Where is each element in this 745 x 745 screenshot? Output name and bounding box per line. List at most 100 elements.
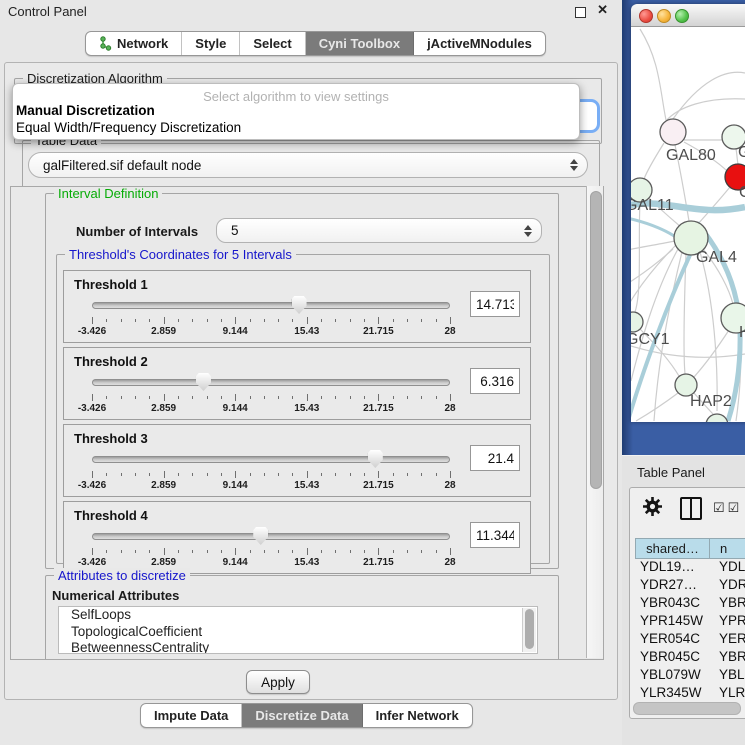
settings-scrollbar[interactable] bbox=[586, 186, 603, 658]
tick-mark bbox=[436, 550, 437, 553]
tick-mark bbox=[278, 396, 279, 399]
attributes-scrollbar-thumb[interactable] bbox=[525, 609, 534, 649]
cell-shared-name[interactable]: YDR27… bbox=[635, 577, 708, 595]
cell-name[interactable]: YER0 bbox=[708, 631, 745, 649]
slider-track[interactable] bbox=[92, 456, 450, 463]
tab-infer-network[interactable]: Infer Network bbox=[363, 704, 472, 727]
threshold-slider[interactable]: -3.4262.8599.14415.4321.71528 bbox=[92, 372, 450, 416]
cell-name[interactable]: YPR1 bbox=[708, 613, 745, 631]
node-gal80[interactable] bbox=[660, 119, 686, 145]
tab-style[interactable]: Style bbox=[182, 32, 240, 55]
label-gcy1: GCY1 bbox=[631, 331, 670, 348]
tick-mark bbox=[192, 550, 193, 553]
table-horizontal-scrollbar[interactable] bbox=[632, 702, 745, 714]
tab-discretize-data[interactable]: Discretize Data bbox=[242, 704, 362, 727]
select-rows-checkboxes-icon[interactable]: ☑☑ bbox=[713, 500, 742, 516]
column-header-name[interactable]: n bbox=[709, 538, 745, 559]
slider-track[interactable] bbox=[92, 533, 450, 540]
table-data-combobox[interactable]: galFiltered.sif default node bbox=[28, 152, 588, 178]
cell-name[interactable]: YLR3 bbox=[708, 685, 745, 702]
threshold-value-field[interactable] bbox=[470, 291, 520, 317]
tab-network[interactable]: Network bbox=[86, 32, 182, 55]
gear-icon[interactable] bbox=[642, 496, 663, 517]
slider-thumb[interactable] bbox=[253, 527, 268, 545]
tick-mark bbox=[221, 319, 222, 322]
tab-select[interactable]: Select bbox=[240, 32, 305, 55]
cell-shared-name[interactable]: YLR345W bbox=[635, 685, 708, 702]
table-row[interactable]: YPR145WYPR1 bbox=[635, 613, 745, 631]
tick-label: 21.715 bbox=[363, 480, 394, 491]
cell-shared-name[interactable]: YBL079W bbox=[635, 667, 708, 685]
tab-network-label: Network bbox=[117, 36, 168, 51]
threshold-slider[interactable]: -3.4262.8599.14415.4321.71528 bbox=[92, 295, 450, 339]
threshold-value-field[interactable] bbox=[470, 522, 520, 548]
zoom-traffic-light-icon[interactable] bbox=[675, 9, 689, 23]
tick-mark bbox=[421, 396, 422, 399]
tick-label: 28 bbox=[444, 403, 455, 414]
control-panel-titlebar: Control Panel ✕ bbox=[0, 0, 622, 24]
slider-track[interactable] bbox=[92, 379, 450, 386]
tick-label: 9.144 bbox=[223, 326, 248, 337]
table-row[interactable]: YDL19…YDL1 bbox=[635, 559, 745, 577]
slider-ticks bbox=[92, 394, 450, 402]
cell-shared-name[interactable]: YDL19… bbox=[635, 559, 708, 577]
close-icon[interactable]: ✕ bbox=[597, 2, 608, 18]
minimize-traffic-light-icon[interactable] bbox=[657, 9, 671, 23]
tick-mark bbox=[207, 473, 208, 476]
table-row[interactable]: YBR045CYBR0 bbox=[635, 649, 745, 667]
tab-cyni-toolbox[interactable]: Cyni Toolbox bbox=[306, 32, 414, 55]
tick-mark bbox=[92, 394, 93, 401]
cell-shared-name[interactable]: YER054C bbox=[635, 631, 708, 649]
tick-mark bbox=[436, 319, 437, 322]
table-row[interactable]: YER054CYER0 bbox=[635, 631, 745, 649]
slider-track[interactable] bbox=[92, 302, 450, 309]
cell-name[interactable]: YBR0 bbox=[708, 649, 745, 667]
slider-thumb[interactable] bbox=[196, 373, 211, 391]
close-traffic-light-icon[interactable] bbox=[639, 9, 653, 23]
network-view-window[interactable]: GAL80 G C GAL11 GAL4 GCY1 H HAP2 bbox=[631, 4, 745, 422]
table-row[interactable]: YDR27…YDR2 bbox=[635, 577, 745, 595]
cell-name[interactable]: YDL1 bbox=[708, 559, 745, 577]
threshold-value-field[interactable] bbox=[470, 445, 520, 471]
table-row[interactable]: YBR043CYBR0 bbox=[635, 595, 745, 613]
column-settings-icon[interactable] bbox=[680, 497, 702, 520]
slider-tick-labels: -3.4262.8599.14415.4321.71528 bbox=[92, 480, 450, 492]
table-horizontal-scrollbar-thumb[interactable] bbox=[633, 702, 741, 715]
attribute-list-item[interactable]: SelfLoops bbox=[59, 607, 537, 624]
tick-mark bbox=[264, 550, 265, 553]
apply-button[interactable]: Apply bbox=[246, 670, 310, 694]
tick-mark bbox=[421, 319, 422, 322]
popup-option-equal-width-frequency[interactable]: Equal Width/Frequency Discretization bbox=[16, 120, 241, 135]
cell-shared-name[interactable]: YBR045C bbox=[635, 649, 708, 667]
slider-tick-labels: -3.4262.8599.14415.4321.71528 bbox=[92, 326, 450, 338]
column-header-shared-name[interactable]: shared… bbox=[635, 538, 709, 559]
tab-jactivemnodules[interactable]: jActiveMNodules bbox=[414, 32, 545, 55]
tick-mark bbox=[436, 473, 437, 476]
cell-shared-name[interactable]: YPR145W bbox=[635, 613, 708, 631]
attribute-list-item[interactable]: TopologicalCoefficient bbox=[59, 624, 537, 641]
threshold-value-field[interactable] bbox=[470, 368, 520, 394]
numerical-attributes-list[interactable]: SelfLoopsTopologicalCoefficientBetweenne… bbox=[58, 606, 538, 654]
cell-shared-name[interactable]: YBR043C bbox=[635, 595, 708, 613]
settings-scrollbar-thumb[interactable] bbox=[590, 191, 602, 489]
attributes-scrollbar[interactable] bbox=[522, 608, 536, 652]
node-partial-bottom[interactable] bbox=[706, 414, 728, 422]
tab-impute-data[interactable]: Impute Data bbox=[141, 704, 242, 727]
table-row[interactable]: YBL079WYBL0 bbox=[635, 667, 745, 685]
network-graph: GAL80 G C GAL11 GAL4 GCY1 H HAP2 bbox=[631, 27, 745, 422]
network-canvas[interactable]: GAL80 G C GAL11 GAL4 GCY1 H HAP2 bbox=[631, 27, 745, 422]
cell-name[interactable]: YDR2 bbox=[708, 577, 745, 595]
slider-thumb[interactable] bbox=[292, 296, 307, 314]
node-gcy1[interactable] bbox=[631, 312, 643, 332]
threshold-slider[interactable]: -3.4262.8599.14415.4321.71528 bbox=[92, 526, 450, 570]
table-row[interactable]: YLR345WYLR3 bbox=[635, 685, 745, 702]
threshold-slider[interactable]: -3.4262.8599.14415.4321.71528 bbox=[92, 449, 450, 493]
slider-thumb[interactable] bbox=[368, 450, 383, 468]
number-of-intervals-combobox[interactable]: 5 bbox=[216, 218, 542, 243]
float-window-icon[interactable] bbox=[575, 7, 586, 18]
cell-name[interactable]: YBL0 bbox=[708, 667, 745, 685]
cell-name[interactable]: YBR0 bbox=[708, 595, 745, 613]
tick-mark bbox=[350, 473, 351, 476]
attribute-list-item[interactable]: BetweennessCentrality bbox=[59, 640, 537, 654]
popup-option-manual-discretization[interactable]: Manual Discretization bbox=[16, 103, 155, 118]
